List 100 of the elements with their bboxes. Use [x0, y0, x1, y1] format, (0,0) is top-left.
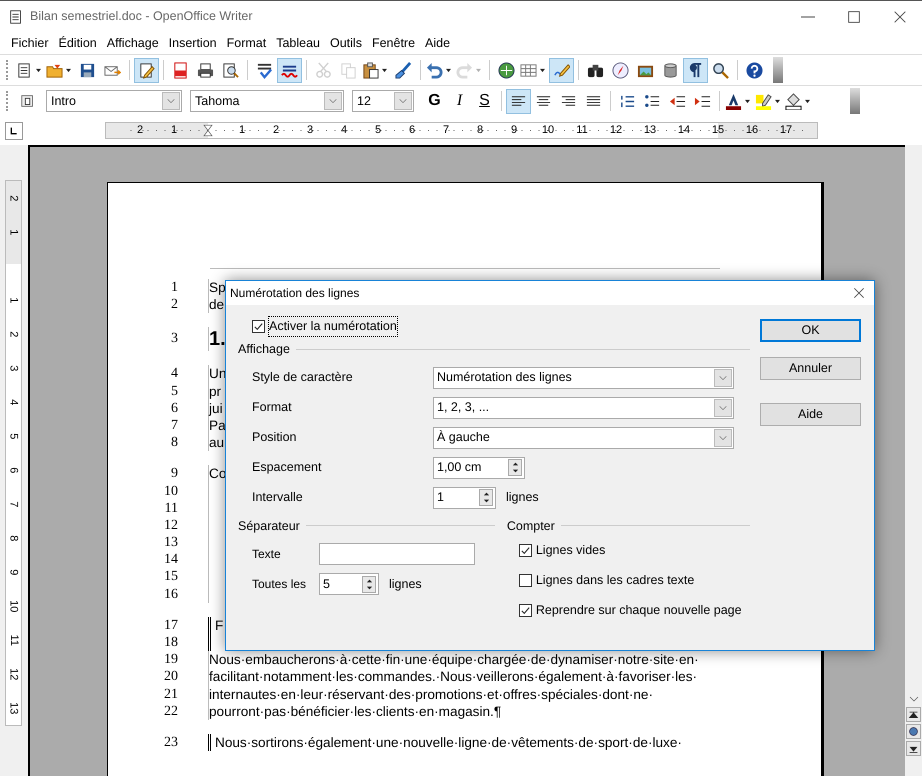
line-number: 20	[163, 668, 178, 686]
line-number: 10	[163, 482, 178, 500]
window-title: Bilan semestriel.doc - OpenOffice Writer	[30, 8, 253, 26]
ruler-number: 5	[6, 432, 21, 440]
menu-item[interactable]: Édition	[54, 34, 102, 52]
size-combo[interactable]: 12	[352, 90, 414, 112]
page-up-icon	[908, 709, 919, 720]
chevron-down-icon	[328, 96, 338, 106]
field-label: Texte	[252, 546, 282, 564]
help-icon	[746, 62, 763, 78]
brush-icon	[395, 62, 412, 78]
line-number: 2	[170, 296, 178, 314]
line-number: 6	[170, 400, 178, 417]
caret-icon	[381, 68, 388, 72]
line-number: 3	[170, 330, 178, 348]
menu-item[interactable]: Aide	[420, 34, 456, 52]
font-color-icon	[725, 92, 742, 110]
undo-icon	[426, 62, 443, 78]
minimize-button[interactable]	[800, 16, 816, 18]
printer-icon	[197, 62, 214, 78]
up-arrow-icon	[482, 492, 490, 496]
menu-item[interactable]: Format	[222, 34, 272, 52]
ruler-number: 10	[540, 124, 556, 136]
maximize-icon	[846, 8, 862, 24]
ruler-number: 12	[608, 124, 624, 136]
ruler-number: 17	[778, 124, 794, 136]
checkbox-label[interactable]: Lignes dans les cadres texte	[536, 571, 694, 590]
ruler-number: 15	[710, 124, 726, 136]
line-number: 5	[170, 382, 178, 400]
toolbar-button[interactable]	[506, 88, 531, 114]
tab-stop-button[interactable]	[5, 122, 23, 140]
menu-item[interactable]: Tableau	[271, 34, 325, 52]
spin-field[interactable]: 5	[319, 573, 379, 596]
paint-bucket-icon	[785, 92, 802, 110]
toolbar-button[interactable]	[277, 58, 302, 82]
caret-icon	[35, 68, 42, 72]
spin-field[interactable]: 1,00 cm	[433, 456, 525, 478]
menu-item[interactable]: Insertion	[164, 34, 222, 52]
menu-item[interactable]: Fenêtre	[366, 34, 420, 52]
line-number: 17	[163, 616, 178, 634]
menu-item[interactable]: Fichier	[6, 34, 54, 52]
up-arrow-icon	[512, 462, 518, 466]
checkbox[interactable]	[518, 604, 532, 617]
shadow-button[interactable]: S	[472, 88, 497, 114]
ruler-number: 7	[440, 124, 452, 136]
dialog-button[interactable]: OK	[760, 319, 861, 342]
menu-item[interactable]: Outils	[325, 34, 367, 52]
previous-page-button[interactable]	[906, 707, 921, 722]
down-arrow-icon	[366, 586, 372, 590]
style-combo[interactable]: Intro	[46, 90, 182, 112]
close-icon	[892, 8, 908, 24]
text-line: pourront·pas·bénéficier·les·clients·en·magasin.¶	[208, 702, 720, 720]
checkbox-label[interactable]: Lignes vides	[536, 541, 606, 560]
checkbox[interactable]	[252, 320, 265, 333]
toolbar-overflow-button[interactable]	[773, 57, 783, 83]
ruler-number: 5	[372, 124, 384, 136]
ruler-number: 14	[676, 124, 692, 136]
bold-button[interactable]: G	[422, 88, 447, 114]
spin-field[interactable]: 1	[433, 486, 496, 508]
field-label: Toutes les	[252, 576, 308, 594]
line-number: 1	[170, 279, 178, 296]
dialog-button[interactable]: Annuler	[760, 357, 861, 380]
ruler-number: 9	[6, 568, 21, 576]
ruler-number: 2	[134, 124, 146, 136]
menu-item[interactable]: Affichage	[102, 34, 164, 52]
text-field[interactable]	[319, 543, 475, 566]
dropdown-field[interactable]: À gauche	[433, 426, 734, 448]
font-combo[interactable]: Tahoma	[190, 90, 344, 112]
database-icon	[662, 62, 679, 78]
pencil-icon	[553, 62, 570, 78]
next-page-button[interactable]	[906, 741, 921, 756]
toolbar-button[interactable]	[683, 58, 708, 82]
italic-button[interactable]: I	[447, 88, 472, 114]
toolbar-button[interactable]	[134, 58, 159, 82]
toolbar-overflow-button[interactable]	[850, 88, 860, 114]
unit-label: lignes	[389, 576, 422, 593]
chevron-down-icon	[398, 96, 408, 106]
caret-icon	[744, 98, 751, 104]
checkbox[interactable]	[518, 574, 532, 587]
zoom-icon	[712, 62, 729, 78]
field-label: Espacement	[252, 459, 322, 476]
scrollbar[interactable]	[905, 145, 922, 776]
ruler-number: 1	[168, 124, 180, 136]
close-button[interactable]	[892, 8, 908, 24]
maximize-button[interactable]	[846, 8, 862, 24]
dropdown-field[interactable]: 1, 2, 3, ...	[433, 396, 734, 418]
pilcrow-icon	[687, 62, 704, 78]
ruler-number: 1	[236, 124, 248, 136]
caret-icon	[804, 98, 811, 104]
checkbox-label[interactable]: Reprendre sur chaque nouvelle page	[536, 600, 742, 620]
field-label: Intervalle	[252, 489, 304, 506]
close-button[interactable]	[852, 286, 866, 300]
dialog-button[interactable]: Aide	[760, 403, 861, 426]
copy-icon	[340, 62, 357, 78]
dropdown-field[interactable]: Numérotation des lignes	[433, 366, 734, 388]
ruler-number: 4	[338, 124, 350, 136]
line-number: 4	[170, 365, 178, 383]
line-number: 9	[170, 465, 178, 482]
checkbox[interactable]	[518, 544, 532, 558]
navigation-button[interactable]	[906, 724, 921, 739]
